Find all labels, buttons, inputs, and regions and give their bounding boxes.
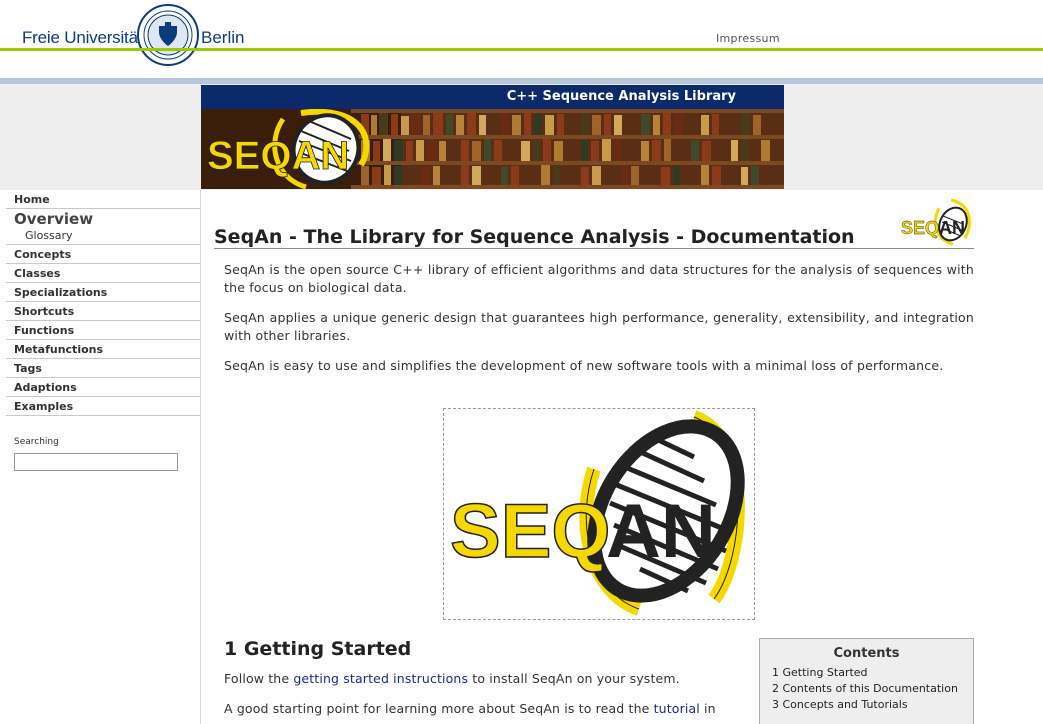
sidebar-item-adaptions[interactable]: Adaptions (6, 378, 200, 397)
sidebar-nav: Home Overview Glossary Concepts Classes … (6, 190, 200, 416)
library-bookshelf-image: SEQAN (201, 109, 784, 189)
svg-text:SEQ: SEQ (901, 218, 939, 238)
page-title: SeqAn - The Library for Sequence Analysi… (214, 226, 855, 248)
tutorial-text-post: in (699, 701, 716, 716)
sidebar-item-glossary[interactable]: Glossary (6, 229, 200, 245)
sidebar-item-examples[interactable]: Examples (6, 397, 200, 416)
sidebar-item-classes[interactable]: Classes (6, 264, 200, 283)
university-seal-icon (137, 4, 199, 66)
search-input[interactable] (14, 453, 178, 471)
intro-paragraph-2: SeqAn applies a unique generic design th… (224, 310, 974, 343)
toc-item-contents[interactable]: 2 Contents of this Documentation (772, 681, 961, 697)
search-label: Searching (14, 437, 59, 447)
intro-paragraph-3: SeqAn is easy to use and simplifies the … (224, 358, 944, 373)
tutorial-text-pre: A good starting point for learning more … (224, 701, 654, 716)
toc-title: Contents (833, 646, 900, 661)
getting-started-instructions-link[interactable]: getting started instructions (293, 671, 468, 686)
toc-item-concepts-tutorials[interactable]: 3 Concepts and Tutorials (772, 697, 961, 713)
tutorial-link[interactable]: tutorial (654, 701, 700, 716)
seqan-banner: C++ Sequence Analysis Library SEQAN (201, 85, 784, 189)
svg-text:SEQ: SEQ (450, 489, 611, 574)
banner-title: C++ Sequence Analysis Library (201, 85, 784, 109)
toc-item-getting-started[interactable]: 1 Getting Started (772, 665, 961, 681)
sidebar-item-specializations[interactable]: Specializations (6, 283, 200, 302)
svg-text:AN: AN (606, 489, 716, 574)
getting-started-paragraph: Follow the getting started instructions … (224, 670, 749, 688)
getting-started-text-post: to install SeqAn on your system. (468, 671, 680, 686)
university-header: Freie Universität Berlin Impressum (0, 0, 1043, 66)
sidebar-item-concepts[interactable]: Concepts (6, 245, 200, 264)
title-rule (214, 248, 974, 249)
tutorial-paragraph: A good starting point for learning more … (224, 700, 749, 718)
svg-text:AN: AN (939, 218, 965, 238)
section-title-getting-started: 1 Getting Started (224, 638, 412, 660)
seqan-logo-figure: SEQ AN (443, 408, 755, 620)
university-name-left: Freie Universität (22, 28, 143, 47)
seqan-large-logo-icon: SEQ AN (449, 410, 745, 616)
sidebar-item-home[interactable]: Home (6, 190, 200, 209)
table-of-contents: Contents 1 Getting Started 2 Contents of… (759, 638, 974, 724)
main-content: SEQ AN SeqAn - The Library for Sequence … (201, 190, 1043, 724)
intro-paragraph-1: SeqAn is the open source C++ library of … (224, 262, 974, 295)
header-green-rule (0, 48, 1043, 51)
getting-started-text-pre: Follow the (224, 671, 294, 686)
sidebar: Home Overview Glossary Concepts Classes … (0, 190, 201, 724)
sidebar-item-shortcuts[interactable]: Shortcuts (6, 302, 200, 321)
banner-logo-text: SEQAN (207, 134, 349, 178)
sidebar-item-metafunctions[interactable]: Metafunctions (6, 340, 200, 359)
sidebar-item-overview[interactable]: Overview (6, 209, 200, 229)
sidebar-item-functions[interactable]: Functions (6, 321, 200, 340)
impressum-link[interactable]: Impressum (716, 32, 780, 45)
sidebar-item-tags[interactable]: Tags (6, 359, 200, 378)
university-name-right: Berlin (201, 28, 245, 47)
seqan-small-logo-icon: SEQ AN (901, 198, 971, 246)
